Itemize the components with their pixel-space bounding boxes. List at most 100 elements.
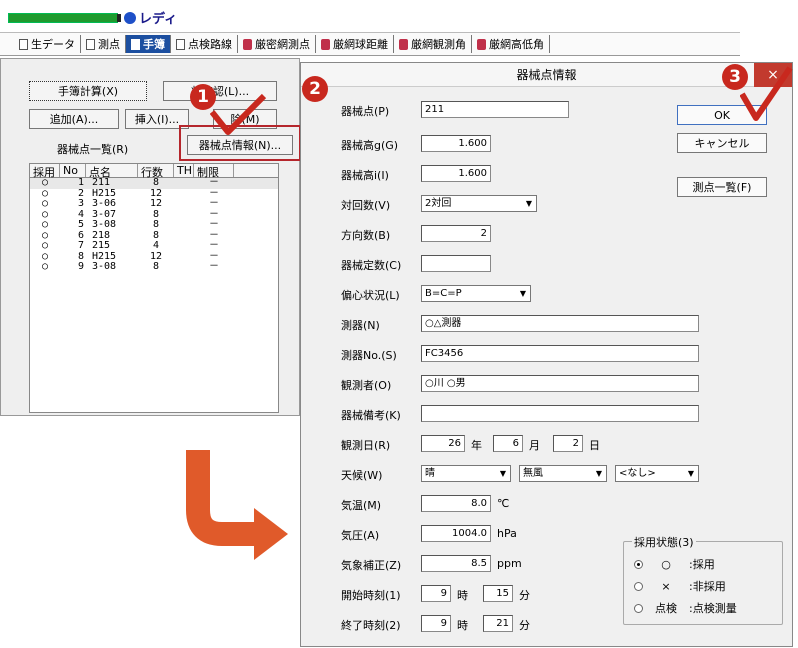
eccentric-select[interactable]: B=C=P ▼: [421, 285, 531, 302]
point-list-button[interactable]: 測点一覧(F): [677, 177, 767, 197]
tab-4[interactable]: 厳密網測点: [238, 35, 316, 53]
tab-7[interactable]: 厳網高低角: [472, 35, 550, 53]
status-group-title: 採用状態(3): [632, 534, 696, 550]
cancel-button[interactable]: キャンセル: [677, 133, 767, 153]
tab-label: 厳網高低角: [489, 38, 544, 51]
chevron-down-icon: ▼: [499, 469, 507, 478]
observer-field[interactable]: ○川 ○男: [421, 375, 699, 392]
pressure-field[interactable]: 1004.0: [421, 525, 491, 542]
weather-select[interactable]: 晴 ▼: [421, 465, 511, 482]
cell-no: 3: [77, 198, 84, 209]
list-item[interactable]: ○ 7 215 4 －: [30, 241, 278, 252]
column-header[interactable]: TH: [174, 164, 194, 177]
hour-unit: 時: [457, 589, 468, 602]
column-header[interactable]: 採用: [30, 164, 60, 179]
remarks-field[interactable]: [421, 405, 699, 422]
cell-limit: －: [209, 177, 219, 188]
rounds-label: 対回数(V): [341, 199, 391, 212]
tab-label: 測点: [98, 38, 120, 51]
height-i-label: 器械高i(I): [341, 169, 389, 182]
day-unit: 日: [589, 439, 600, 452]
tab-bar: 生データ 測点 手簿 点検路線 厳密網測点 厳網球距離 厳網観測角 厳網高低角: [0, 32, 740, 56]
month-field[interactable]: 6: [493, 435, 523, 452]
radio-button-icon[interactable]: [634, 581, 643, 591]
rounds-select[interactable]: 2対回 ▼: [421, 195, 537, 212]
radio-button-icon[interactable]: [634, 559, 643, 569]
cell-name: 3-06: [92, 198, 117, 209]
doc-icon: [86, 38, 95, 50]
instrument-field[interactable]: ○△測器: [421, 315, 699, 332]
column-header[interactable]: 行数: [138, 164, 174, 179]
tab-0[interactable]: 生データ: [14, 35, 81, 53]
tab-6[interactable]: 厳網観測角: [394, 35, 472, 53]
start-hour-field[interactable]: 9: [421, 585, 451, 602]
list-item[interactable]: ○ 5 3-08 8 －: [30, 220, 278, 231]
wind-value: 無風: [523, 468, 543, 479]
cell-empty: [174, 189, 194, 200]
instrument-label: 測器(N): [341, 319, 380, 332]
start-minute-field[interactable]: 15: [483, 585, 513, 602]
cell-empty: [174, 178, 194, 189]
cylinder-icon: [321, 38, 330, 50]
cylinder-icon: [399, 38, 408, 50]
progress-bar: [8, 13, 121, 23]
tab-3[interactable]: 点検路線: [171, 35, 238, 53]
directions-field[interactable]: 2: [421, 225, 491, 242]
tab-label: 厳網球距離: [333, 38, 388, 51]
cell-name: 215: [92, 240, 111, 251]
column-header[interactable]: No: [60, 164, 86, 177]
hour-unit: 時: [457, 619, 468, 632]
station-field[interactable]: 211: [421, 101, 569, 118]
status-radio[interactable]: ○:採用: [634, 556, 715, 572]
doc-icon: [131, 38, 140, 50]
list-rows: ○ 1 211 8 － ○ 2 H215 12 － ○ 3 3-06 12 － ○ 4 3-07 8 － ○ 5 3-08 8…: [30, 178, 278, 273]
cell-name: 3-08: [92, 219, 117, 230]
cell-use: ○: [41, 240, 49, 251]
wind-select[interactable]: 無風 ▼: [519, 465, 607, 482]
correction-field[interactable]: 8.5: [421, 555, 491, 572]
status-radio[interactable]: ×:非採用: [634, 578, 726, 594]
check-mark-icon: [210, 93, 267, 135]
height-g-label: 器械高g(G): [341, 139, 399, 152]
radio-button-icon[interactable]: [634, 603, 643, 613]
step-2-badge: 2: [302, 76, 328, 102]
app-title: レディ: [139, 12, 178, 27]
chevron-down-icon: ▼: [687, 469, 695, 478]
station-list[interactable]: 採用 No 点名 行数 TH 制限 ○ 1 211 8 － ○ 2 H215 12 － ○ 3 3-06 12 － ○ 4…: [29, 163, 279, 413]
cell-empty: [174, 210, 194, 221]
constant-field[interactable]: [421, 255, 491, 272]
year-field[interactable]: 26: [421, 435, 465, 452]
instrument-no-field[interactable]: FC3456: [421, 345, 699, 362]
status-radio[interactable]: 点検:点検測量: [634, 600, 737, 616]
day-field[interactable]: 2: [553, 435, 583, 452]
list-item[interactable]: ○ 1 211 8 －: [30, 178, 278, 189]
constant-label: 器械定数(C): [341, 259, 402, 272]
correction-label: 気象補正(Z): [341, 559, 402, 572]
start-time-label: 開始時刻(1): [341, 589, 401, 602]
end-hour-field[interactable]: 9: [421, 615, 451, 632]
weather-extra-select[interactable]: <なし> ▼: [615, 465, 699, 482]
add-button[interactable]: 追加(A)...: [29, 109, 119, 129]
cell-empty: [174, 199, 194, 210]
list-header: 採用 No 点名 行数 TH 制限: [30, 164, 278, 179]
tab-label: 厳密網測点: [255, 38, 310, 51]
column-header[interactable]: 制限: [194, 164, 234, 179]
cell-no: 5: [77, 219, 84, 230]
check-mark-icon: [740, 66, 793, 121]
cell-use: ○: [41, 261, 49, 272]
temp-field[interactable]: 8.0: [421, 495, 491, 512]
tab-1[interactable]: 測点: [81, 35, 126, 53]
tab-2[interactable]: 手簿: [126, 35, 171, 53]
height-i-field[interactable]: 1.600: [421, 165, 491, 182]
pressure-unit: hPa: [497, 527, 517, 540]
end-minute-field[interactable]: 21: [483, 615, 513, 632]
flow-arrow-icon: [186, 450, 288, 560]
column-header[interactable]: 点名: [86, 164, 138, 179]
tab-5[interactable]: 厳網球距離: [316, 35, 394, 53]
tab-label: 点検路線: [188, 38, 232, 51]
list-item[interactable]: ○ 3 3-06 12 －: [30, 199, 278, 210]
list-item[interactable]: ○ 9 3-08 8 －: [30, 262, 278, 273]
handbook-calc-button[interactable]: 手簿計算(X): [29, 81, 147, 101]
dialog-title: 器械点情報: [301, 63, 792, 87]
height-g-field[interactable]: 1.600: [421, 135, 491, 152]
